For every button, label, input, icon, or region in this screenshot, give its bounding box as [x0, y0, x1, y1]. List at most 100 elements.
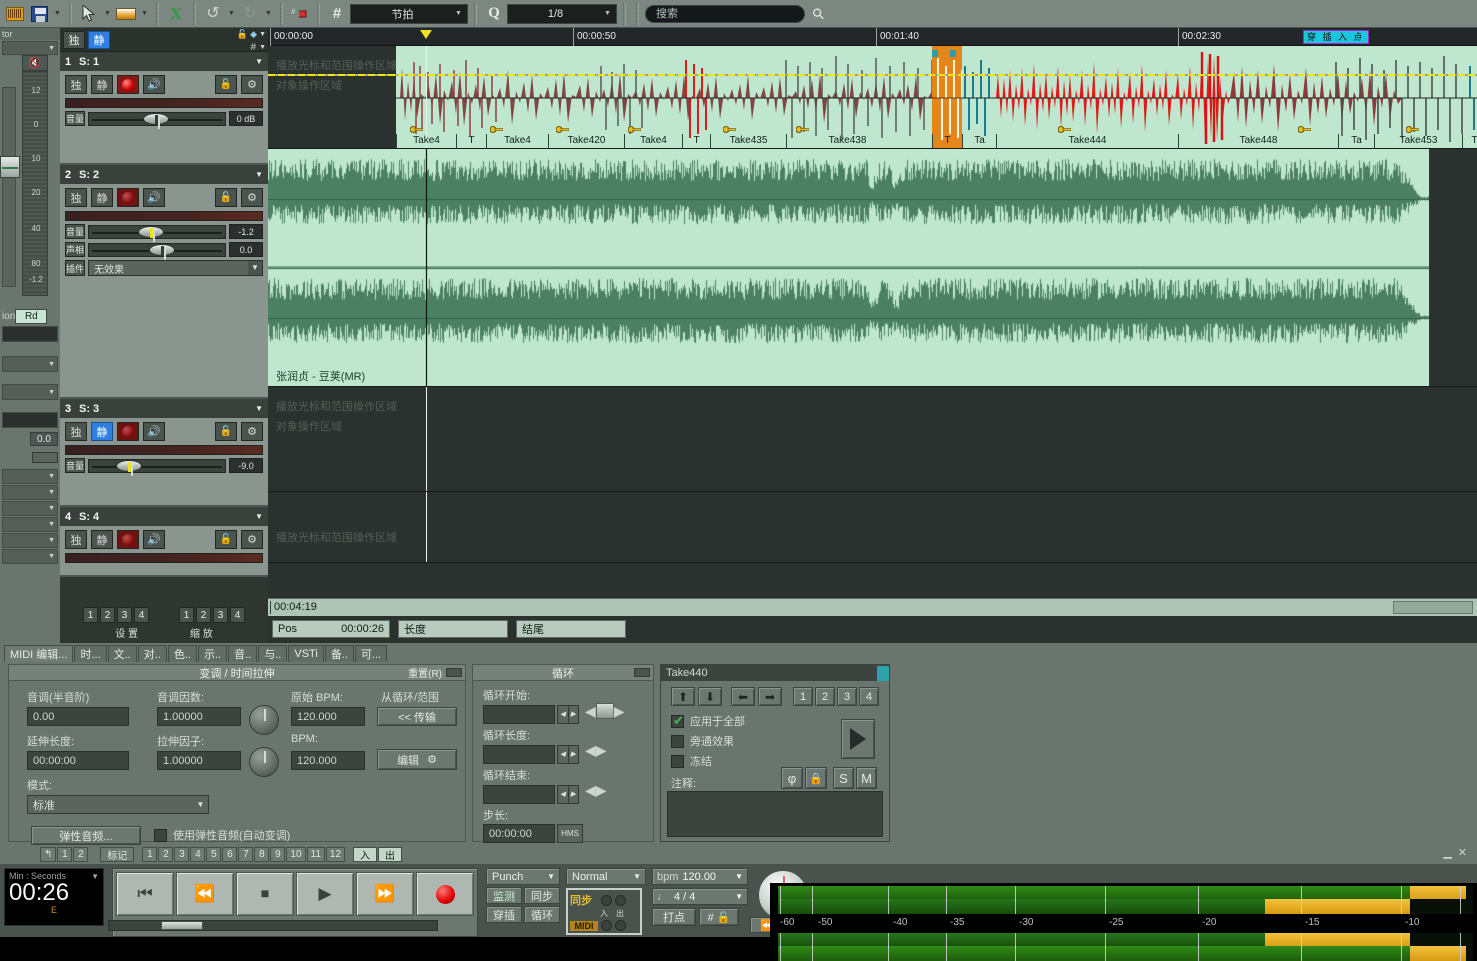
setup-button-3[interactable]: 3 [117, 607, 132, 623]
zoom-button-4[interactable]: 4 [230, 607, 245, 623]
track-record-arm-button[interactable] [117, 75, 139, 94]
gradient-tool-icon[interactable] [115, 3, 137, 25]
track-record-arm-button[interactable] [117, 188, 139, 207]
freeze-checkbox[interactable] [671, 754, 684, 768]
track-settings-gear-icon[interactable]: ⚙ [241, 422, 263, 441]
track-lock-button[interactable]: 🔓 [215, 188, 237, 207]
track-record-arm-button[interactable] [117, 422, 139, 441]
track-pan-knob[interactable] [148, 243, 175, 260]
track-volume-knob[interactable] [143, 112, 170, 129]
take-number-4[interactable]: 4 [859, 687, 879, 706]
midi-in-led[interactable] [601, 920, 612, 931]
track-volume-fader[interactable] [88, 224, 226, 242]
take-label[interactable]: Ta [962, 134, 996, 148]
punch-in-button[interactable]: 入 [353, 847, 378, 862]
track-monitor-icon[interactable]: 🔊 [143, 422, 165, 441]
global-mute-button[interactable]: 静 [88, 30, 110, 49]
gradient-tool-dropdown-arrow[interactable]: ▼ [139, 3, 150, 25]
track-monitor-icon[interactable]: 🔊 [143, 75, 165, 94]
take-label[interactable]: Ta [1338, 134, 1374, 148]
stretch-length-input[interactable]: 00:00:00 [27, 751, 129, 770]
take-label[interactable]: Take4 [486, 134, 548, 148]
chevron-down-icon[interactable]: ▼ [255, 170, 263, 179]
track-lane-2[interactable]: 张润贞 - 豆荚(MR) [268, 149, 1477, 387]
left-panel-combo-top[interactable]: ▼ [2, 41, 58, 55]
take-label[interactable]: Take448 [1178, 134, 1338, 148]
loop-start-input[interactable] [483, 705, 555, 724]
arrow-left-icon[interactable]: ◀ [585, 743, 596, 757]
tap-tempo-button[interactable]: 打点 [652, 908, 696, 926]
tab-more[interactable]: 可... [354, 645, 388, 662]
punch-mode-select[interactable]: Punch ▼ [486, 868, 560, 885]
track-title-2[interactable]: 2 S: 2 ▼ [60, 165, 268, 184]
key-icon[interactable] [795, 125, 810, 134]
punch-button[interactable]: 穿插 [486, 906, 522, 923]
loop-end-nudge[interactable]: ◀ ▶ [585, 783, 607, 797]
take-preview-play-button[interactable] [841, 719, 875, 759]
bypass-checkbox[interactable] [671, 734, 684, 748]
track-solo-button[interactable]: 独 [65, 422, 87, 441]
master-mute-icon[interactable]: 🔇 [22, 55, 48, 71]
key-icon[interactable] [489, 125, 504, 134]
loop-led[interactable] [634, 668, 650, 677]
punch-out-button[interactable]: 出 [378, 847, 403, 862]
left-combo-6[interactable]: ▼ [2, 501, 58, 516]
marker-8[interactable]: 8 [254, 847, 270, 862]
take-label[interactable]: T [1462, 134, 1477, 148]
transport-transfer-button[interactable]: << 传输 [377, 707, 457, 726]
take-label[interactable]: Take444 [996, 134, 1178, 148]
take-up-button[interactable]: ⬆ [671, 687, 695, 706]
grid-icon[interactable]: # 🔓 [699, 908, 739, 926]
bpm-field[interactable]: bpm 120.00 ▼ [652, 868, 748, 885]
length-field[interactable]: 长度 [398, 620, 508, 638]
pitch-semitones-input[interactable]: 0.00 [27, 707, 129, 726]
arrow-left-icon[interactable]: ◀ [585, 704, 596, 718]
setup-button-1[interactable]: 1 [83, 607, 98, 623]
chevron-down-icon[interactable]: ▼ [255, 404, 263, 413]
chevron-down-icon[interactable]: ▼ [255, 512, 263, 521]
chevron-down-icon[interactable]: ▼ [259, 31, 266, 38]
crossfade-icon[interactable]: X [165, 3, 187, 25]
tab-with[interactable]: 与.. [258, 645, 288, 662]
left-combo-5[interactable]: ▼ [2, 485, 58, 500]
pitch-knob[interactable] [249, 705, 279, 735]
take-label[interactable]: T [456, 134, 486, 148]
arrow-left-icon[interactable]: ◀ [585, 783, 596, 797]
track-title-3[interactable]: 3 S: 3 ▼ [60, 399, 268, 418]
record-mode-button[interactable]: Rd [15, 308, 48, 324]
chevron-down-icon[interactable]: ▼ [248, 261, 262, 275]
chevron-down-icon[interactable]: ▼ [255, 57, 263, 66]
chevron-down-icon[interactable]: ▼ [259, 44, 266, 51]
left-combo-8[interactable]: ▼ [2, 533, 58, 548]
track-volume-fader[interactable] [88, 111, 226, 129]
track-mute-button[interactable]: 静 [91, 75, 113, 94]
bpm-input[interactable]: 120.000 [291, 751, 365, 770]
elastic-audio-button[interactable]: 弹性音频... [31, 826, 141, 845]
track-title-4[interactable]: 4 S: 4 ▼ [60, 507, 268, 526]
normal-mode-select[interactable]: Normal ▼ [566, 868, 646, 885]
redo-icon[interactable]: ↻ [239, 3, 261, 25]
audio-clip-group-1[interactable] [396, 46, 971, 148]
stop-button[interactable]: ⏹ [236, 872, 294, 916]
global-solo-button[interactable]: 独 [63, 30, 85, 49]
loop-start-block[interactable] [595, 703, 614, 719]
loop-end-spinner[interactable]: ◀ ▶ [557, 785, 579, 804]
tab-object[interactable]: 对.. [137, 645, 167, 662]
snap-icon[interactable]: # [289, 3, 311, 25]
orig-bpm-input[interactable]: 120.000 [291, 707, 365, 726]
midi-out-led[interactable] [615, 920, 626, 931]
audio-object-mr[interactable] [268, 149, 1430, 386]
sync-in-led[interactable] [601, 894, 612, 906]
stretch-knob[interactable] [249, 747, 279, 777]
sync-out-led[interactable] [615, 894, 626, 906]
track-lock-button[interactable]: 🔓 [215, 530, 237, 549]
bypass-row[interactable]: 旁通效果 [671, 733, 734, 749]
edit-button[interactable]: 编辑 ⚙ [377, 749, 457, 770]
marker-back-button[interactable]: ↰ [40, 847, 57, 862]
loop-length-nudge[interactable]: ◀ ▶ [585, 743, 607, 757]
left-combo-2[interactable]: ▼ [2, 356, 58, 372]
master-fader-handle[interactable] [0, 156, 20, 178]
track-settings-gear-icon[interactable]: ⚙ [241, 530, 263, 549]
key-icon[interactable] [555, 125, 570, 134]
lock-icon[interactable]: 🔓 [237, 29, 248, 40]
